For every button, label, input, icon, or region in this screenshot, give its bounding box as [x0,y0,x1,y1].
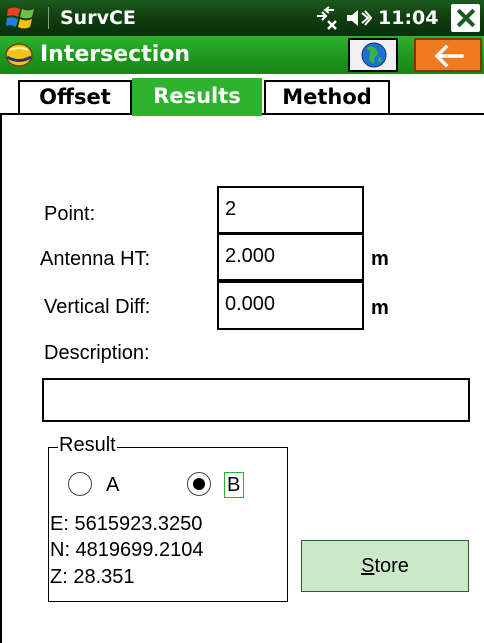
radio-b-selected-dot [193,478,205,490]
back-button[interactable] [414,38,482,72]
vertical-diff-label: Vertical Diff: [44,296,151,318]
windows-start-icon[interactable] [6,3,36,33]
store-button-mnemonic: S [361,555,375,577]
content-border [0,113,2,643]
store-button[interactable]: Store [301,540,469,592]
status-app-name: SurvCE [60,7,136,29]
point-label: Point: [44,203,96,225]
page-title: Intersection [40,42,191,67]
northing-value: N: 4819699.2104 [50,539,204,561]
radio-b-label[interactable]: B [227,472,240,498]
network-icon[interactable] [314,6,340,32]
tab-baseline [262,113,484,115]
tab-offset[interactable]: Offset [18,80,132,114]
vertical-diff-input[interactable]: 0.000 [217,281,364,330]
radio-a[interactable] [68,472,92,496]
tab-results[interactable]: Results [132,78,262,116]
result-group-label: Result [58,432,117,458]
easting-value: E: 5615923.3250 [50,513,203,535]
point-input[interactable]: 2 [217,186,364,234]
volume-icon[interactable] [346,7,372,29]
elevation-value: Z: 28.351 [50,566,135,588]
antenna-ht-unit: m [371,248,389,270]
back-arrow-icon [434,44,464,68]
tab-baseline [0,113,132,115]
globe-icon [361,42,387,68]
helmet-app-icon[interactable] [4,40,34,70]
tab-method[interactable]: Method [264,80,390,114]
close-icon[interactable] [451,4,480,32]
status-time: 11:04 [378,7,439,29]
globe-button[interactable] [348,38,398,72]
antenna-ht-label: Antenna HT: [40,248,151,270]
status-divider [48,7,49,29]
vertical-diff-unit: m [371,297,389,319]
description-label: Description: [44,342,150,364]
antenna-ht-input[interactable]: 2.000 [217,233,364,281]
store-button-label: tore [374,555,409,577]
radio-a-label[interactable]: A [106,472,119,498]
description-input[interactable] [42,378,470,422]
